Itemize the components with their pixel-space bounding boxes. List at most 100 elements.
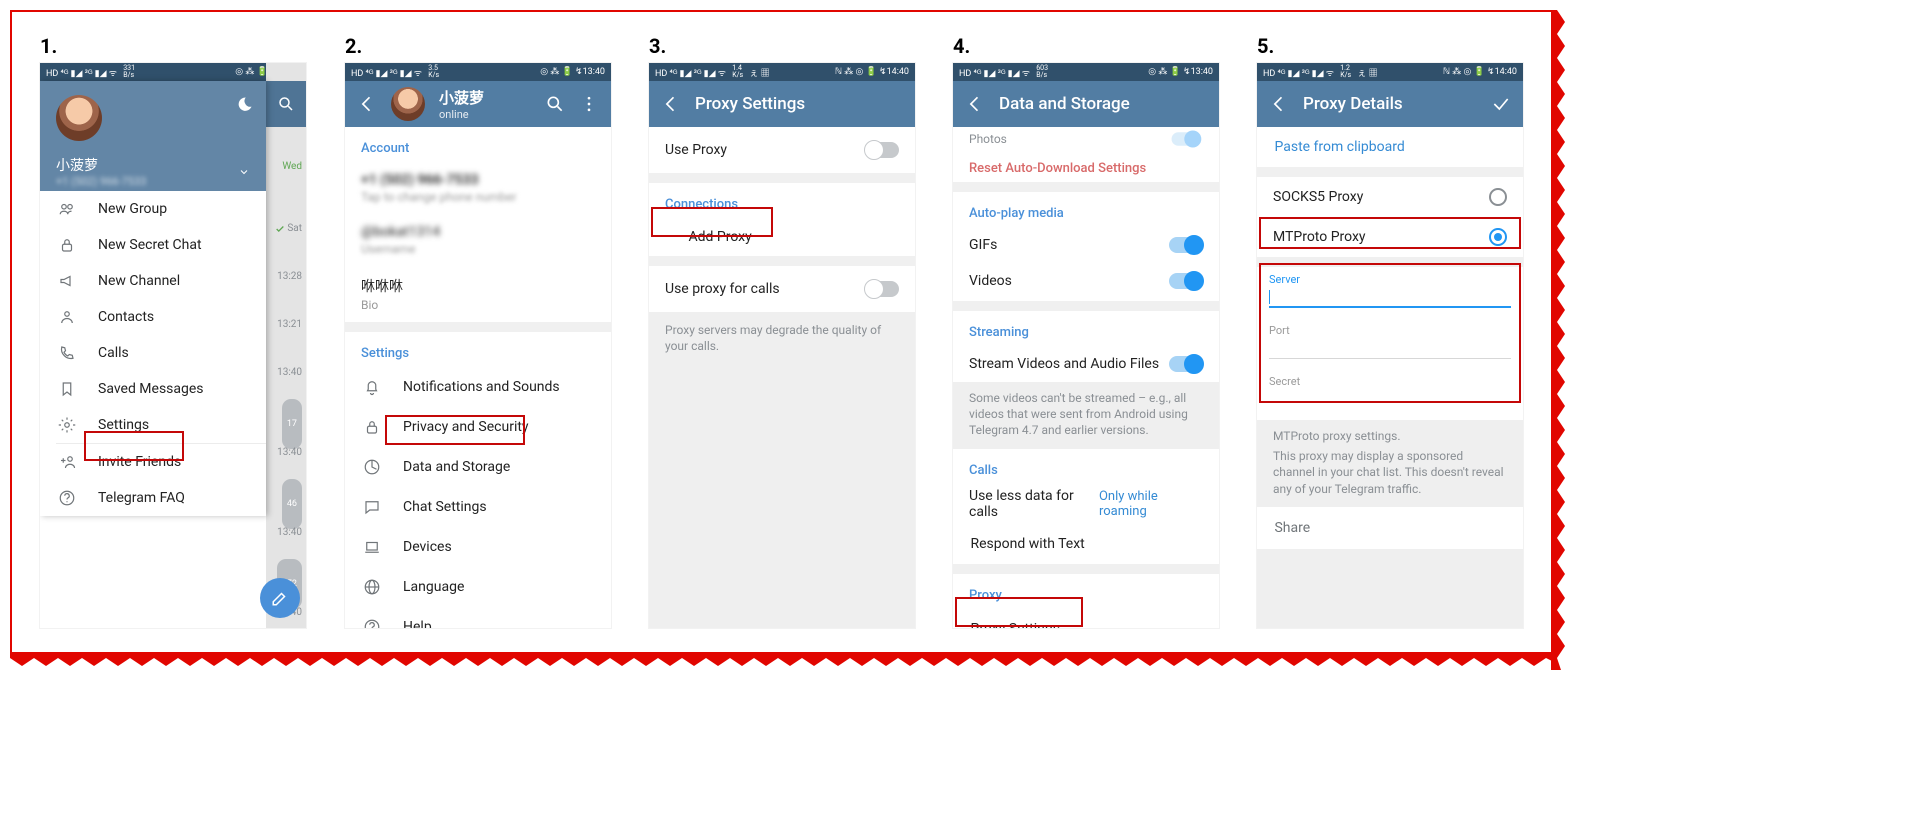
profile-name: 小菠萝 [439, 87, 531, 108]
menu-icon[interactable] [579, 94, 599, 114]
proxy-settings-row[interactable]: Proxy Settings [953, 609, 1219, 628]
secret-field[interactable]: Secret [1257, 369, 1523, 420]
photos-toggle[interactable]: Photos [953, 127, 1219, 155]
drawer-item-saved[interactable]: Saved Messages [40, 371, 266, 407]
account-phone[interactable]: +1 (502) 966-7533 Tap to change phone nu… [345, 162, 611, 214]
use-proxy-calls-toggle[interactable]: Use proxy for calls [649, 266, 915, 312]
mtproto-radio[interactable]: MTProto Proxy [1257, 217, 1523, 257]
section-streaming: Streaming [953, 311, 1219, 346]
drawer-item-contacts[interactable]: Contacts [40, 299, 266, 335]
screen-4-data-storage: HD ⁴ᴳ ▮◢ ³ᴳ ▮◢ ᯤ 603B/s ◎ ⁂ 🔋 ↯13:40 Dat… [953, 63, 1219, 628]
group-icon [56, 200, 78, 218]
compose-fab[interactable] [260, 578, 300, 618]
toggle-label: Use Proxy [665, 142, 727, 158]
step-5-label: 5. [1257, 34, 1274, 58]
phone-icon [56, 344, 78, 362]
drawer-phone: +1 (502) 966-7533 [56, 175, 146, 188]
socks5-radio[interactable]: SOCKS5 Proxy [1257, 177, 1523, 217]
person-add-icon [56, 453, 78, 471]
drawer-item-new-group[interactable]: New Group [40, 191, 266, 227]
bookmark-icon [56, 380, 78, 398]
section-proxy: Proxy [953, 574, 1219, 609]
profile-status: online [439, 108, 531, 121]
settings-chat[interactable]: Chat Settings [345, 487, 611, 527]
drawer-item-invite[interactable]: Invite Friends [40, 444, 266, 480]
back-icon[interactable] [965, 94, 985, 114]
chat-timestamps: Wed Sat 13:28 13:21 13:4017 13:4046 13:4… [268, 143, 302, 628]
search-icon[interactable] [266, 81, 306, 127]
secret-input[interactable] [1269, 388, 1511, 410]
toggle-switch[interactable] [1172, 132, 1201, 146]
page-title: Proxy Details [1303, 94, 1477, 114]
drawer-label: New Channel [98, 273, 180, 289]
laptop-icon [361, 538, 383, 556]
toggle-switch[interactable] [1169, 273, 1203, 289]
settings-label: Chat Settings [403, 499, 487, 515]
settings-devices[interactable]: Devices [345, 527, 611, 567]
status-bar: HD ⁴ᴳ ▮◢ ³ᴳ ▮◢ ᯤ 1.2K/s ぇ ▦ ℕ ⁂ ◎ 🔋 ↯14:… [1257, 63, 1523, 81]
toggle-switch[interactable] [865, 281, 899, 297]
drawer-item-calls[interactable]: Calls [40, 335, 266, 371]
reset-auto-download[interactable]: Reset Auto-Download Settings [953, 155, 1219, 182]
less-data-value: Only while roaming [1099, 489, 1203, 519]
gifs-toggle[interactable]: GIFs [953, 227, 1219, 263]
drawer-label: Saved Messages [98, 381, 204, 397]
lock-icon [56, 236, 78, 254]
settings-label: Privacy and Security [403, 419, 529, 435]
back-icon[interactable] [357, 94, 377, 114]
toggle-switch[interactable] [1169, 356, 1203, 372]
share-row[interactable]: Share [1257, 507, 1523, 549]
drawer-username: 小菠萝 [56, 155, 146, 175]
toggle-switch[interactable] [865, 142, 899, 158]
avatar[interactable] [56, 95, 102, 141]
drawer-item-faq[interactable]: Telegram FAQ [40, 480, 266, 516]
gear-icon [56, 416, 78, 434]
bell-icon [361, 378, 383, 396]
radio-button[interactable] [1489, 228, 1507, 246]
section-autoplay: Auto-play media [953, 192, 1219, 227]
step-3-label: 3. [649, 34, 666, 58]
paste-clipboard[interactable]: Paste from clipboard [1257, 127, 1523, 167]
less-data-row[interactable]: Use less data for calls Only while roami… [953, 484, 1219, 524]
drawer-label: Invite Friends [98, 454, 181, 470]
settings-label: Language [403, 579, 464, 595]
title-bar: Data and Storage [953, 81, 1219, 127]
drawer-label: Telegram FAQ [98, 490, 185, 506]
respond-text-row[interactable]: Respond with Text [953, 524, 1219, 564]
search-icon[interactable] [545, 94, 565, 114]
server-field[interactable]: Server [1257, 267, 1523, 318]
settings-help[interactable]: Help [345, 607, 611, 628]
back-icon[interactable] [1269, 94, 1289, 114]
server-input[interactable] [1269, 286, 1511, 308]
check-icon[interactable] [1491, 94, 1511, 114]
zigzag-bottom [10, 652, 1554, 672]
avatar[interactable] [391, 87, 425, 121]
back-icon[interactable] [661, 94, 681, 114]
page-title: Data and Storage [999, 94, 1130, 114]
settings-data-storage[interactable]: Data and Storage [345, 447, 611, 487]
account-username[interactable]: @bokat1314 Username [345, 214, 611, 266]
section-calls: Calls [953, 449, 1219, 484]
settings-language[interactable]: Language [345, 567, 611, 607]
drawer-item-new-secret[interactable]: New Secret Chat [40, 227, 266, 263]
title-bar: Proxy Settings [649, 81, 915, 127]
port-input[interactable] [1269, 337, 1511, 359]
radio-button[interactable] [1489, 188, 1507, 206]
drawer-item-new-channel[interactable]: New Channel [40, 263, 266, 299]
screen-1-drawer: HD ⁴ᴳ ▮◢ ³ᴳ ▮◢ ᯤ 331B/s ◎ ⁂ 🔋 ↯13:40 Wed… [40, 63, 306, 628]
drawer-item-settings[interactable]: Settings [40, 407, 266, 443]
use-proxy-toggle[interactable]: Use Proxy [649, 127, 915, 173]
night-mode-icon[interactable] [234, 95, 254, 115]
account-dropdown-icon[interactable] [238, 166, 250, 178]
toggle-switch[interactable] [1169, 237, 1203, 253]
settings-privacy[interactable]: Privacy and Security [345, 407, 611, 447]
stream-toggle[interactable]: Stream Videos and Audio Files [953, 346, 1219, 382]
drawer-label: Contacts [98, 309, 154, 325]
port-field[interactable]: Port [1257, 318, 1523, 369]
account-bio[interactable]: 咻咻咻 Bio [345, 266, 611, 322]
drawer-header[interactable]: 小菠萝 +1 (502) 966-7533 [40, 81, 266, 191]
videos-toggle[interactable]: Videos [953, 263, 1219, 299]
settings-notifications[interactable]: Notifications and Sounds [345, 367, 611, 407]
help-icon [56, 489, 78, 507]
add-proxy-row[interactable]: Add Proxy [649, 218, 915, 256]
